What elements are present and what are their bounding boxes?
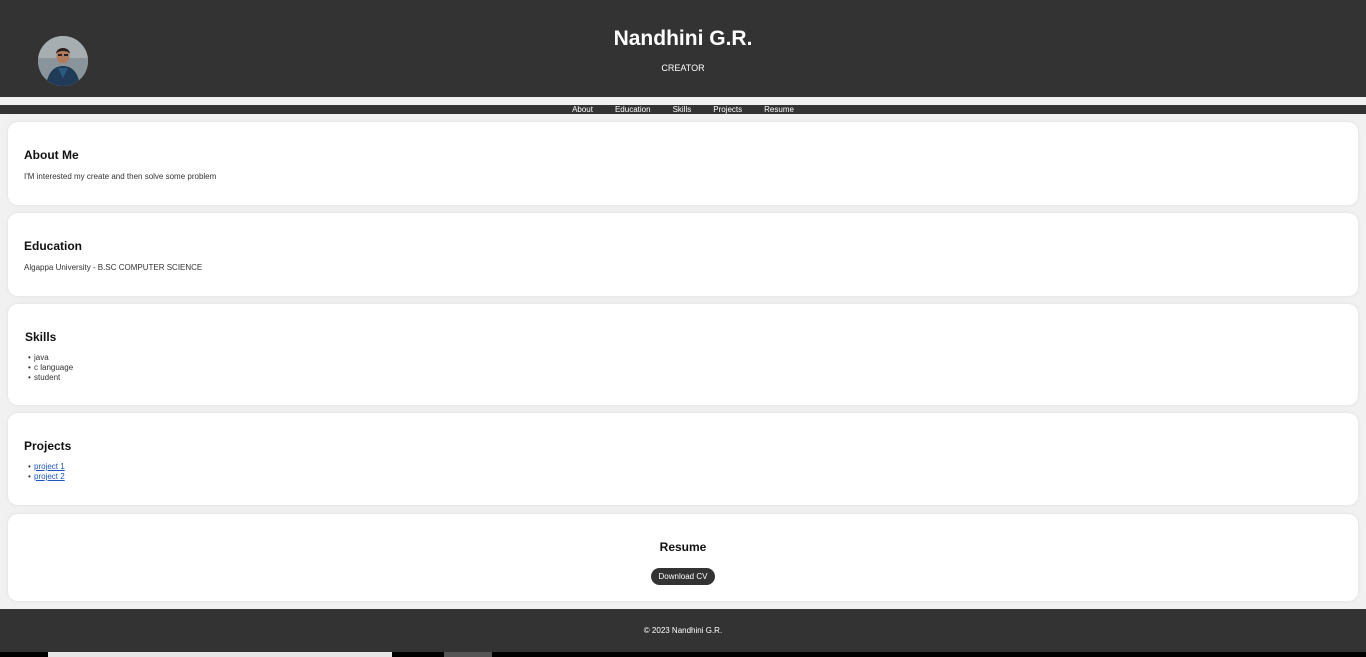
download-cv-button[interactable]: Download CV (651, 568, 715, 585)
education-heading: Education (24, 239, 83, 253)
about-section: About Me I'M interested my create and th… (8, 122, 1358, 205)
nav-link-education[interactable]: Education (615, 105, 651, 114)
skills-list: java c language student (28, 353, 73, 382)
skills-heading: Skills (25, 330, 57, 344)
main-nav: About Education Skills Projects Resume (0, 105, 1366, 114)
education-text: Algappa University - B.SC COMPUTER SCIEN… (24, 263, 203, 272)
projects-heading: Projects (24, 439, 72, 453)
projects-list: project 1 project 2 (28, 462, 65, 482)
skill-label: java (34, 353, 49, 362)
resume-heading: Resume (659, 540, 707, 554)
footer-copyright: © 2023 Nandhini G.R. (643, 626, 723, 635)
skill-item: java (28, 353, 73, 363)
skills-section: Skills java c language student (8, 304, 1358, 405)
education-section: Education Algappa University - B.SC COMP… (8, 213, 1358, 296)
about-heading: About Me (24, 148, 79, 162)
taskbar-segment (444, 652, 492, 657)
taskbar-segment (48, 652, 392, 657)
project-item: project 1 (28, 462, 65, 472)
site-footer: © 2023 Nandhini G.R. (0, 609, 1366, 652)
resume-section: Resume Download CV (8, 514, 1358, 601)
skill-label: student (34, 372, 61, 382)
project-item: project 2 (28, 472, 65, 482)
page-title: Nandhini G.R. (613, 27, 753, 50)
nav-link-skills[interactable]: Skills (673, 105, 692, 114)
nav-link-projects[interactable]: Projects (713, 105, 742, 114)
skill-item: student (28, 373, 73, 383)
nav-link-resume[interactable]: Resume (764, 105, 794, 114)
projects-section: Projects project 1 project 2 (8, 413, 1358, 505)
site-header: Nandhini G.R. CREATOR (0, 0, 1366, 97)
skill-label: c language (34, 362, 74, 372)
nav-link-about[interactable]: About (572, 105, 593, 114)
project-1-link[interactable]: project 1 (34, 462, 65, 471)
project-2-link[interactable]: project 2 (34, 472, 65, 481)
about-text: I'M interested my create and then solve … (24, 172, 217, 181)
taskbar-strip (0, 652, 1366, 657)
skill-item: c language (28, 363, 73, 373)
subtitle: CREATOR (661, 63, 705, 73)
